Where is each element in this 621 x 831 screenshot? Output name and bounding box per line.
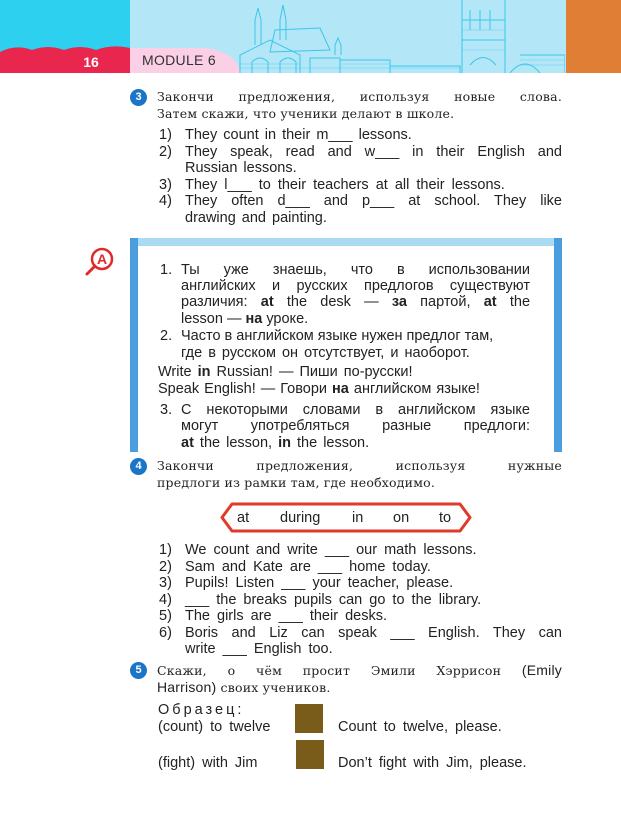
task4-item-5: The girls are ___ their desks. <box>185 608 387 624</box>
task3-instruction-line1: Закончи предложения, используя новые сло… <box>157 89 562 104</box>
city-skyline-illustration <box>239 0 565 73</box>
bold-text: at <box>181 435 194 451</box>
task3-item-1: They count in their m___ lessons. <box>185 127 412 143</box>
text: партой, <box>406 294 484 310</box>
rule-example-1: Write in Russian! — Пиши по-русски! <box>158 364 413 380</box>
word-box-item: during <box>280 510 321 526</box>
task5-instruction-line1: Скажи, о чём просит Эмили Хэррисон (Emil… <box>157 662 562 679</box>
text: различия: <box>181 294 261 310</box>
rule-point-number: 1. <box>160 262 173 278</box>
word-box-item: in <box>352 510 364 526</box>
bold-text: at <box>483 294 497 310</box>
rule-box-right-border <box>554 238 562 452</box>
text: своих учеников. <box>216 680 331 695</box>
task4-item-6-cont: write ___ English too. <box>185 641 333 657</box>
task4-item-3: Pupils! Listen ___ your teacher, please. <box>185 575 454 591</box>
rule-p3-line3: at the lesson, in the lesson. <box>181 435 369 451</box>
task-number-badge: 4 <box>130 458 147 475</box>
text: Write <box>158 364 198 380</box>
page-number: 16 <box>83 54 99 70</box>
rule-box-left-border <box>130 238 138 452</box>
rule-point-number: 3. <box>160 402 173 418</box>
task4-instruction-line2: предлоги из рамки там, где необходимо. <box>157 475 436 490</box>
text: the desk — <box>273 294 392 310</box>
item-number: 3) <box>159 575 172 591</box>
task3-item-4-cont: drawing and painting. <box>185 210 327 226</box>
word-box-item: at <box>237 510 250 526</box>
item-number: 4) <box>159 592 172 608</box>
task4-item-2: Sam and Kate are ___ home today. <box>185 559 431 575</box>
example-prompt: (count) to twelve <box>158 719 271 735</box>
rule-p1-line3: различия: at the desk — за партой, at th… <box>181 294 530 310</box>
rule-p2-line2: где в русском он отсутствует, и наоборот… <box>181 345 470 361</box>
text: the lesson. <box>290 435 370 451</box>
rule-example-2: Speak English! — Говори на английском яз… <box>158 381 480 397</box>
header-divider <box>0 73 621 75</box>
bold-text: на <box>332 381 349 397</box>
task4-item-6: Boris and Liz can speak ___ English. The… <box>185 625 562 641</box>
text: Speak English! — Говори <box>158 381 333 397</box>
bold-text: at <box>260 294 274 310</box>
header-page-number-band <box>0 52 130 73</box>
rule-p1-line2: английских и русских предлогов существую… <box>181 278 530 294</box>
rule-p1-line4: lesson — на уроке. <box>181 311 308 327</box>
task3-item-4: They often d___ and p___ at school. They… <box>185 193 562 209</box>
example-answer: Don’t fight with Jim, please. <box>338 755 527 771</box>
word-box-item: on <box>393 510 410 526</box>
rule-point-number: 2. <box>160 328 173 344</box>
item-number: 4) <box>159 193 172 209</box>
text: Russian! — Пиши по-русски! <box>210 364 413 380</box>
task3-item-3: They l___ to their teachers at all their… <box>185 177 505 193</box>
header-orange-tab <box>566 0 621 73</box>
example-prompt: (fight) with Jim <box>158 755 258 771</box>
task4-item-1: We count and write ___ our math lessons. <box>185 542 477 558</box>
text: lesson — <box>181 311 246 327</box>
text: Скажи, о чём просит Эмили Хэррисон <box>157 663 522 678</box>
answer-blank-box <box>295 704 323 733</box>
rule-box-top-border <box>130 238 562 246</box>
bold-text: на <box>245 311 263 327</box>
item-number: 5) <box>159 608 172 624</box>
item-number: 1) <box>159 127 172 143</box>
word-box-frame <box>220 502 472 533</box>
bold-text: за <box>391 294 407 310</box>
item-number: 2) <box>159 559 172 575</box>
task-number-badge: 3 <box>130 89 147 106</box>
text: Harrison) <box>157 679 217 695</box>
task4-instruction-line1: Закончи предложения, используя нужные <box>157 458 562 473</box>
rule-p2-line1: Часто в английском языке нужен предлог т… <box>181 328 494 344</box>
rule-p3-line1: С некоторыми словами в английском языке <box>181 402 530 418</box>
svg-text:A: A <box>97 251 107 267</box>
task-number-badge: 5 <box>130 662 147 679</box>
task3-item-2-cont: Russian lessons. <box>185 160 297 176</box>
rule-p1-line1: Ты уже знаешь, что в использовании <box>181 262 530 278</box>
bold-text: in <box>197 364 211 380</box>
text: the <box>496 294 531 310</box>
task3-instruction-line2: Затем скажи, что ученики делают в школе. <box>157 106 455 121</box>
item-number: 6) <box>159 625 172 641</box>
text: (Emily <box>521 662 562 678</box>
item-number: 3) <box>159 177 172 193</box>
text: английском языке! <box>348 381 480 397</box>
item-number: 1) <box>159 542 172 558</box>
sample-label: Образец: <box>158 702 245 718</box>
task4-item-4: ___ the breaks pupils can go to the libr… <box>185 592 482 608</box>
text: уроке. <box>262 311 309 327</box>
task5-instruction-line2: Harrison) своих учеников. <box>157 679 562 696</box>
text: the lesson, <box>193 435 279 451</box>
answer-blank-box <box>296 740 324 769</box>
magnifier-letter-a-icon: A <box>85 247 114 276</box>
module-title: MODULE 6 <box>142 52 216 68</box>
task3-item-2: They speak, read and w___ in their Engli… <box>185 144 562 160</box>
word-box-item: to <box>439 510 452 526</box>
page-header: 16 MODULE 6 <box>0 0 621 73</box>
bold-text: in <box>278 435 291 451</box>
example-answer: Count to twelve, please. <box>338 719 502 735</box>
item-number: 2) <box>159 144 172 160</box>
rule-p3-line2: могут употребляться разные предлоги: <box>181 418 530 434</box>
